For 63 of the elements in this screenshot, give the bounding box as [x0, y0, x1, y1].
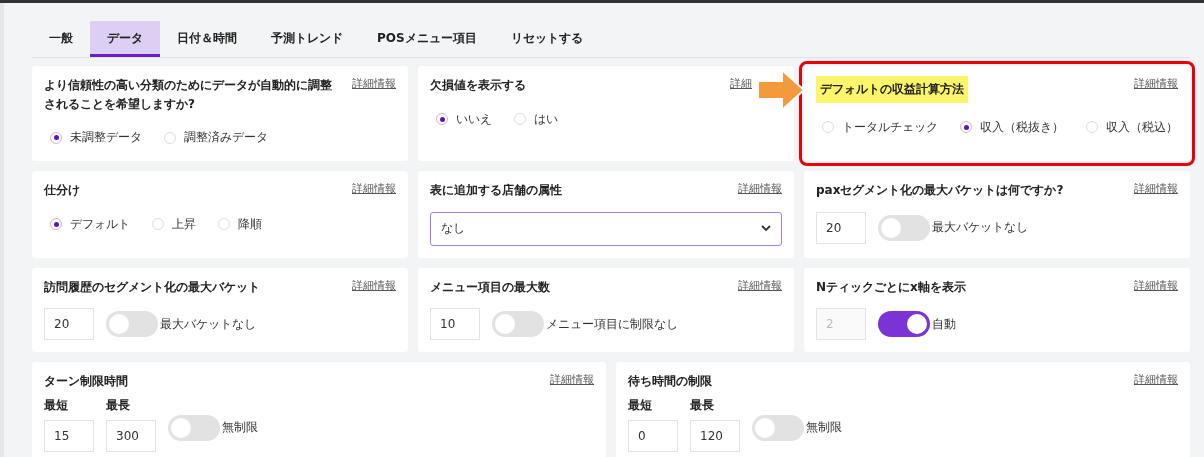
details-link[interactable]: 詳細情報 — [738, 181, 782, 196]
details-link[interactable]: 詳細情報 — [352, 181, 396, 196]
details-link[interactable]: 詳細情報 — [1134, 181, 1178, 196]
toggle-label: 最大バケットなし — [160, 315, 256, 333]
card-title: 待ち時間の制限 — [628, 373, 712, 391]
toggle-switch[interactable] — [752, 414, 804, 441]
radio-label: 降順 — [238, 215, 262, 233]
radio-label: デフォルト — [70, 215, 130, 233]
details-link[interactable]: 詳細情報 — [738, 277, 782, 293]
tab[interactable]: データ — [90, 21, 160, 57]
radio-label: 収入（税込） — [1106, 118, 1178, 136]
chevron-icon — [761, 225, 771, 233]
card-title: 表に追加する店舗の属性 — [430, 182, 562, 199]
radio-label: はい — [534, 110, 558, 128]
details-link[interactable]: 詳細 — [730, 76, 752, 91]
toggle-switch[interactable] — [492, 311, 544, 338]
tab[interactable]: 一般 — [32, 21, 90, 57]
card-title: 欠損値を表示する — [430, 77, 526, 94]
field-label: 最長 — [106, 396, 131, 414]
number-field[interactable]: 20 — [44, 308, 94, 341]
tab[interactable]: 日付＆時間 — [160, 21, 254, 57]
toggle-switch[interactable] — [878, 214, 930, 241]
card-title: paxセグメント化の最大バケットは何ですか? — [816, 182, 1064, 199]
details-link[interactable]: 詳細情報 — [1134, 277, 1178, 293]
radio-label: 未調整データ — [70, 129, 142, 147]
details-link[interactable]: 詳細情報 — [352, 76, 396, 91]
toggle-label: 無制限 — [806, 419, 842, 437]
field-label: 最長 — [690, 396, 715, 414]
radio-label: 調整済みデータ — [184, 129, 268, 147]
number-field[interactable]: 20 — [816, 211, 866, 244]
number-field[interactable]: 300 — [106, 419, 156, 452]
toggle-label: メニュー項目に制限なし — [546, 315, 678, 333]
toggle-label: 自動 — [932, 315, 956, 333]
details-link[interactable]: 詳細情報 — [1134, 76, 1178, 91]
card-title: より信頼性の高い分類のためにデータが自動的に調整されることを希望しますか? — [44, 77, 333, 113]
number-field[interactable]: 10 — [430, 308, 480, 341]
tab[interactable]: POSメニュー項目 — [360, 21, 494, 57]
card-title: ターン制限時間 — [44, 373, 128, 391]
number-field[interactable]: 0 — [628, 419, 678, 452]
toggle-switch[interactable] — [106, 311, 158, 338]
number-field[interactable]: 120 — [690, 419, 740, 452]
details-link[interactable]: 詳細情報 — [352, 277, 396, 293]
details-link[interactable]: 詳細情報 — [550, 372, 594, 388]
toggle-switch[interactable] — [168, 414, 220, 441]
card-title: 訪問履歴のセグメント化の最大バケット — [44, 278, 260, 296]
field-label: 最短 — [628, 396, 653, 414]
toggle-label: 最大バケットなし — [932, 219, 1028, 237]
card-title: メニュー項目の最大数 — [430, 278, 550, 296]
card-title: Nティックごとにx軸を表示 — [816, 278, 966, 296]
radio-label: 上昇 — [172, 215, 196, 233]
field-label: 最短 — [44, 396, 69, 414]
radio-label: いいえ — [456, 110, 492, 128]
radio-label: トータルチェック — [842, 118, 938, 136]
toggle-label: 無制限 — [222, 419, 258, 437]
card-title: 仕分け — [44, 182, 80, 199]
card-title: デフォルトの収益計算方法 — [816, 76, 968, 103]
radio-label: 収入（税抜き） — [980, 118, 1064, 136]
tab[interactable]: 予測トレンド — [254, 21, 360, 57]
number-field[interactable]: 15 — [44, 419, 94, 452]
select-field[interactable]: なし — [430, 211, 782, 246]
details-link[interactable]: 詳細情報 — [1134, 372, 1178, 388]
toggle-switch[interactable] — [878, 311, 930, 338]
tab[interactable]: リセットする — [493, 21, 600, 57]
